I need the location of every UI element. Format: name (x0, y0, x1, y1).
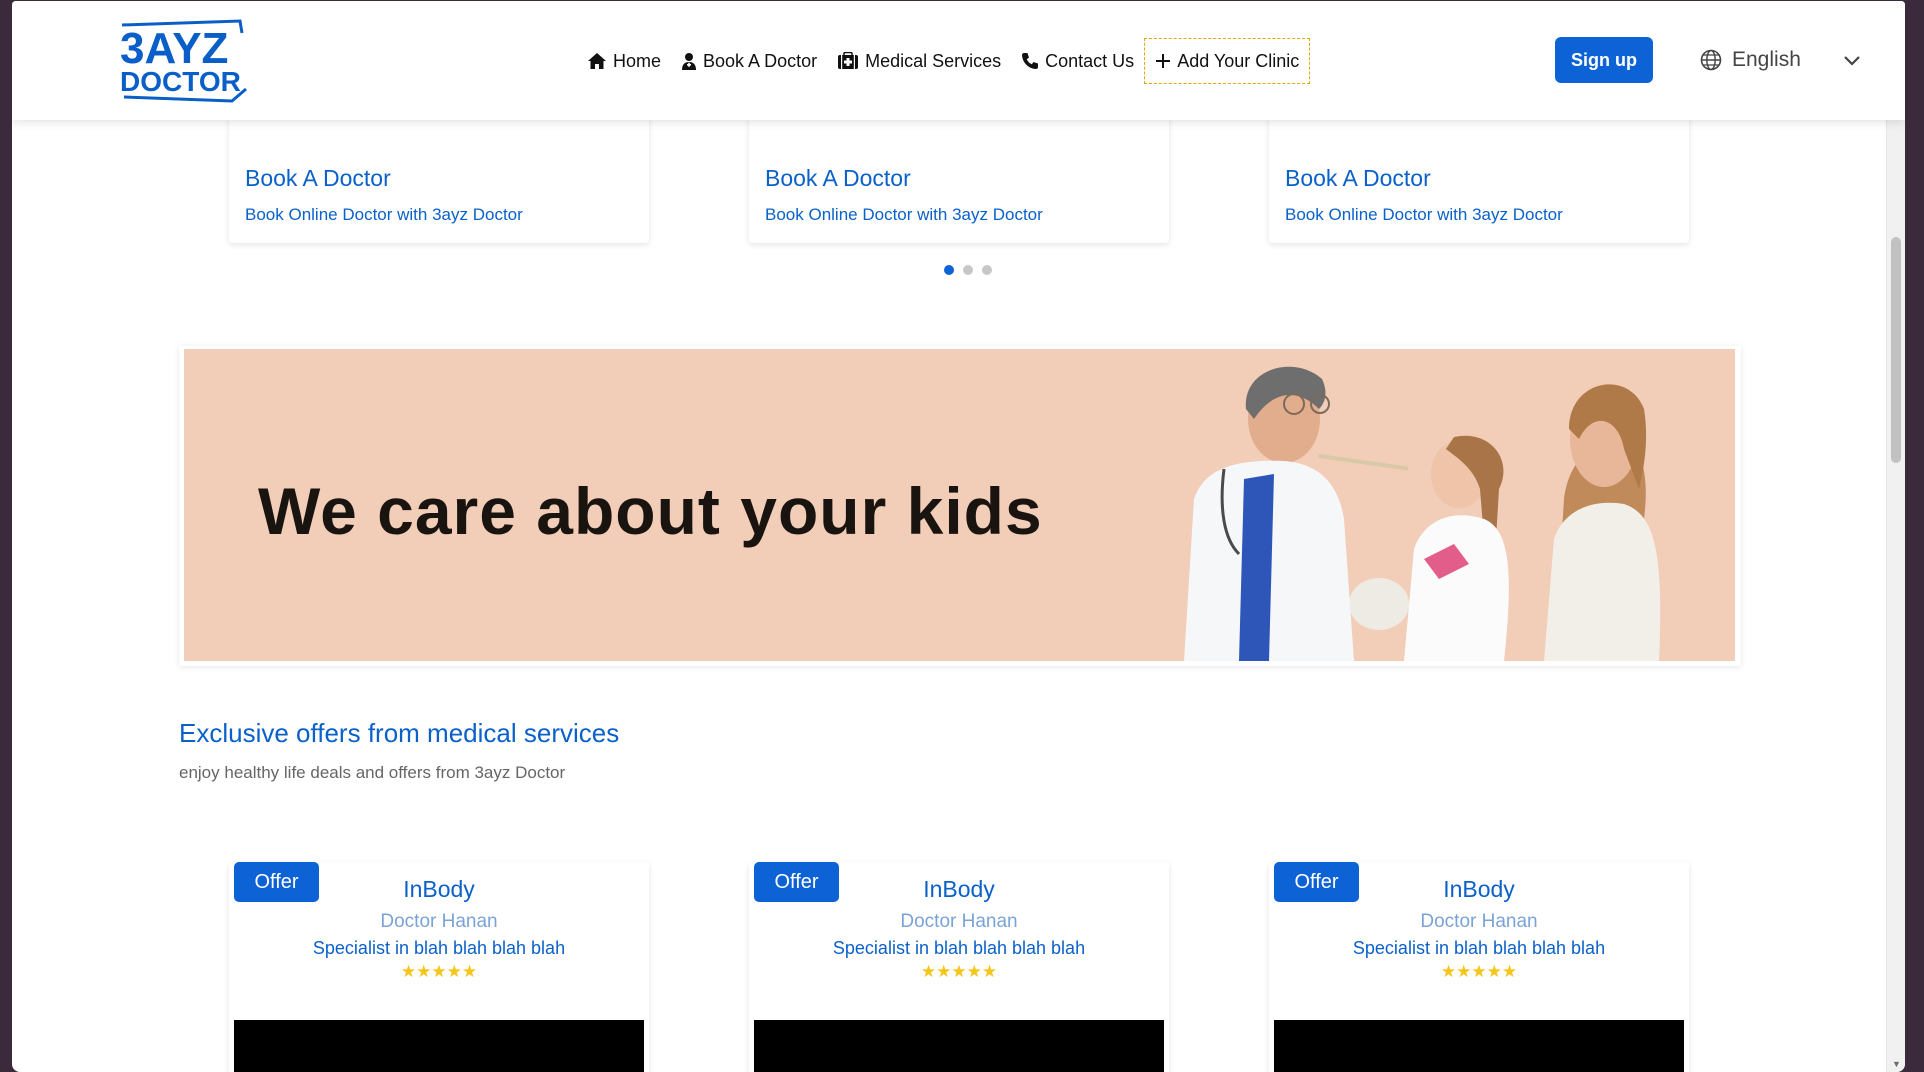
rating-stars: ★★★★★ (1269, 962, 1689, 982)
rating-stars: ★★★★★ (749, 962, 1169, 982)
browser-viewport: 3AYZ DOCTOR Home Book A Doctor Medical S… (12, 1, 1905, 1072)
star-icon: ★ (1501, 962, 1518, 981)
doctor-icon (682, 53, 697, 70)
carousel-dots (944, 265, 992, 275)
nav-medical-services-label: Medical Services (865, 50, 1002, 71)
offer-specialty: Specialist in blah blah blah blah (312, 938, 566, 958)
phone-icon (1022, 53, 1039, 69)
nav-medical-services[interactable]: Medical Services (827, 37, 1011, 85)
promo-banner: We care about your kids (179, 346, 1741, 666)
nav-home-label: Home (613, 50, 662, 71)
carousel-dot[interactable] (963, 265, 973, 275)
offer-name[interactable]: InBody (749, 876, 1169, 903)
nav-home[interactable]: Home (577, 37, 671, 85)
star-icon: ★ (936, 962, 952, 981)
rating-stars: ★★★★★ (229, 962, 649, 982)
offer-doctor[interactable]: Doctor Hanan (229, 911, 649, 933)
main-nav: Home Book A Doctor Medical Services Cont… (577, 37, 1311, 85)
promo-banner-inner: We care about your kids (184, 349, 1735, 661)
star-icon: ★ (1440, 962, 1457, 981)
service-card-subtitle: Book Online Doctor with 3ayz Doctor (765, 205, 1043, 224)
star-icon: ★ (446, 962, 462, 981)
carousel-dot[interactable] (982, 265, 992, 275)
carousel-dot[interactable] (944, 265, 954, 275)
service-card-subtitle: Book Online Doctor with 3ayz Doctor (1285, 205, 1563, 224)
service-card-title[interactable]: Book A Doctor (1285, 165, 1431, 192)
home-icon (588, 53, 606, 69)
scroll-down-icon[interactable]: ▼ (1892, 1059, 1901, 1069)
plus-icon (1156, 54, 1171, 68)
offer-name[interactable]: InBody (229, 876, 649, 903)
star-icon: ★ (416, 962, 432, 981)
nav-book-doctor[interactable]: Book A Doctor (671, 37, 827, 85)
nav-add-clinic-label: Add Your Clinic (1177, 50, 1300, 71)
star-icon: ★ (461, 962, 478, 981)
chevron-down-icon (1844, 56, 1860, 66)
signup-button[interactable]: Sign up (1555, 37, 1653, 83)
medical-kit-icon (838, 52, 859, 69)
star-icon: ★ (981, 962, 998, 981)
banner-photo (1184, 366, 1661, 661)
nav-contact-us-label: Contact Us (1045, 50, 1135, 71)
offer-doctor[interactable]: Doctor Hanan (1269, 911, 1689, 933)
offer-name[interactable]: InBody (1269, 876, 1689, 903)
service-card-title[interactable]: Book A Doctor (245, 165, 391, 192)
star-icon: ★ (1486, 962, 1502, 981)
nav-add-clinic[interactable]: Add Your Clinic (1144, 38, 1311, 84)
star-icon: ★ (400, 962, 417, 981)
language-selector[interactable]: English (1700, 41, 1876, 79)
offer-card[interactable]: Offer InBody Doctor Hanan Specialist in … (749, 862, 1169, 1072)
logo-line2: DOCTOR (120, 66, 241, 97)
nav-contact-us[interactable]: Contact Us (1011, 37, 1144, 85)
offer-specialty: Specialist in blah blah blah blah (832, 938, 1086, 958)
banner-headline: We care about your kids (258, 474, 1043, 548)
offer-image[interactable] (1274, 1020, 1684, 1072)
star-icon: ★ (1456, 962, 1472, 981)
service-card-subtitle: Book Online Doctor with 3ayz Doctor (245, 205, 523, 224)
service-card-title[interactable]: Book A Doctor (765, 165, 911, 192)
scrollbar-thumb[interactable] (1891, 237, 1901, 463)
offer-card[interactable]: Offer InBody Doctor Hanan Specialist in … (1269, 862, 1689, 1072)
language-label: English (1732, 48, 1801, 71)
site-logo[interactable]: 3AYZ DOCTOR (114, 19, 254, 103)
nav-book-doctor-label: Book A Doctor (703, 50, 818, 71)
site-header: 3AYZ DOCTOR Home Book A Doctor Medical S… (12, 1, 1905, 120)
offer-specialty: Specialist in blah blah blah blah (1352, 938, 1606, 958)
page-scrollbar[interactable]: ▲ ▼ (1886, 1, 1905, 1072)
star-icon: ★ (1471, 962, 1487, 981)
offer-image[interactable] (234, 1020, 644, 1072)
offer-image[interactable] (754, 1020, 1164, 1072)
globe-icon (1700, 49, 1722, 71)
offers-section-subtitle: enjoy healthy life deals and offers from… (179, 763, 566, 782)
offer-doctor[interactable]: Doctor Hanan (749, 911, 1169, 933)
offer-card[interactable]: Offer InBody Doctor Hanan Specialist in … (229, 862, 649, 1072)
star-icon: ★ (920, 962, 937, 981)
star-icon: ★ (951, 962, 967, 981)
star-icon: ★ (431, 962, 447, 981)
star-icon: ★ (966, 962, 982, 981)
offers-section-title: Exclusive offers from medical services (179, 718, 620, 748)
